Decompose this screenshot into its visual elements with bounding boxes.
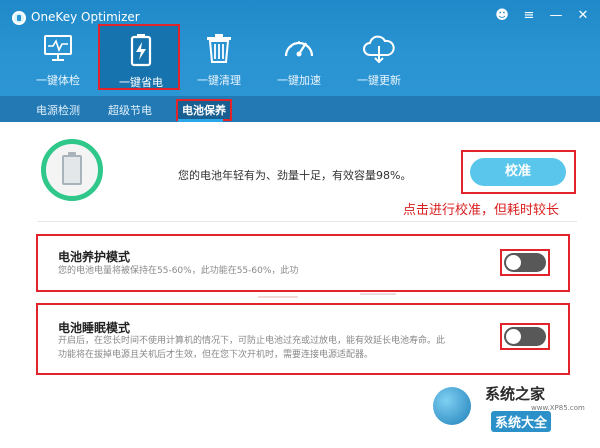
battery-sleep-mode-toggle[interactable] xyxy=(504,327,546,346)
nav-item-label: 一键体检 xyxy=(36,74,80,87)
battery-care-mode-toggle[interactable] xyxy=(504,253,546,272)
section-divider xyxy=(37,221,577,222)
battery-sleep-toggle-highlight xyxy=(500,323,550,350)
nav-item-label: 一键加速 xyxy=(277,74,321,87)
battery-sleep-mode-desc-line2: 功能将在拔掉电源且关机后才生效，但在您下次开机时，需要连接电源适配器。 xyxy=(58,350,374,360)
nav-item-label: 一键清理 xyxy=(197,74,241,87)
monitor-checkup-icon xyxy=(44,35,72,61)
close-icon[interactable]: ✕ xyxy=(574,6,592,24)
decorative-bar xyxy=(258,296,298,298)
trash-clean-icon xyxy=(207,34,231,63)
nav-item-power-save[interactable]: 一键省电 xyxy=(98,24,180,90)
battery-health-icon xyxy=(41,139,103,201)
battery-care-mode-title: 电池养护模式 xyxy=(58,250,131,264)
calibrate-annotation: 点击进行校准，但耗时较长 xyxy=(403,203,560,218)
window-controls: ☻ ≡ — ✕ xyxy=(493,6,592,24)
feedback-icon[interactable]: ☻ xyxy=(493,6,511,24)
tab-power-check[interactable]: 电源检测 xyxy=(36,102,80,118)
active-tab-indicator xyxy=(178,119,223,122)
watermark-logo-icon xyxy=(433,387,471,425)
watermark: 系统之家 www.XP85.com 系统大全 xyxy=(433,381,598,445)
calibrate-button[interactable]: 校准 xyxy=(470,158,566,186)
battery-care-mode-desc: 您的电池电量将被保持在55-60%，此功能在55-60%，此功 xyxy=(58,266,299,276)
battery-sleep-mode-desc-line1: 开启后，在您长时间不使用计算机的情况下，可防止电池过充或过放电，能有效延长电池寿… xyxy=(58,336,446,346)
nav-item-label: 一键更新 xyxy=(357,74,401,87)
tab-battery-care[interactable]: 电池保养 xyxy=(176,99,232,121)
battery-save-icon xyxy=(130,34,152,67)
nav-item-label: 一键省电 xyxy=(119,76,163,89)
battery-status-text: 您的电池年轻有为、劲量十足，有效容量98%。 xyxy=(178,169,412,182)
decorative-bar xyxy=(360,293,396,295)
title-bar: OneKey Optimizer ☻ ≡ — ✕ 一键体检 一键省电 一键清理 … xyxy=(0,0,600,96)
minimize-icon[interactable]: — xyxy=(547,6,565,24)
toggle-knob xyxy=(506,329,521,344)
cloud-update-icon xyxy=(363,35,395,64)
battery-care-toggle-highlight xyxy=(500,249,550,276)
nav-item-checkup[interactable]: 一键体检 xyxy=(17,24,99,90)
watermark-subtext: 系统大全 xyxy=(491,411,552,432)
main-nav: 一键体检 一键省电 一键清理 一键加速 一键更新 xyxy=(0,24,600,96)
nav-item-speedup[interactable]: 一键加速 xyxy=(258,24,340,90)
nav-item-update[interactable]: 一键更新 xyxy=(338,24,420,90)
menu-icon[interactable]: ≡ xyxy=(520,6,538,24)
toggle-knob xyxy=(506,255,521,270)
app-logo-icon xyxy=(12,11,26,25)
sub-tab-bar: 电源检测 超级节电 电池保养 xyxy=(0,96,600,122)
tab-super-save[interactable]: 超级节电 xyxy=(108,102,152,118)
battery-cell xyxy=(62,155,82,185)
nav-item-clean[interactable]: 一键清理 xyxy=(178,24,260,90)
app-title: OneKey Optimizer xyxy=(31,10,140,24)
speedometer-icon xyxy=(284,41,314,57)
watermark-text: 系统之家 xyxy=(485,385,546,403)
